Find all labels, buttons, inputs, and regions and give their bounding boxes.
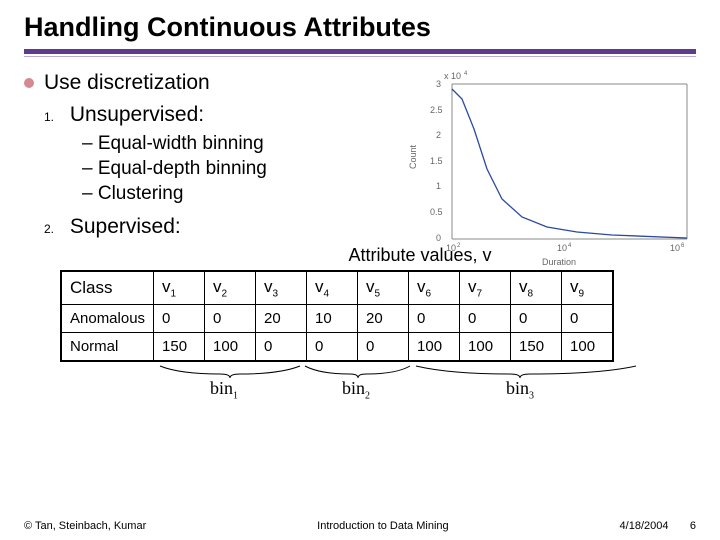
- svg-text:Count: Count: [408, 144, 418, 169]
- divider-thin: [24, 56, 696, 57]
- brace-icon: [60, 364, 660, 378]
- footer: © Tan, Steinbach, Kumar Introduction to …: [24, 520, 696, 532]
- divider: [24, 49, 696, 54]
- page-title: Handling Continuous Attributes: [24, 12, 696, 43]
- cell: 0: [205, 305, 256, 333]
- bin3-label: bin3: [506, 378, 534, 402]
- footer-page: 6: [690, 520, 696, 532]
- col-v4: v4: [307, 271, 358, 305]
- class-header: Class: [61, 271, 154, 305]
- col-v6: v6: [409, 271, 460, 305]
- row-anomalous-label: Anomalous: [61, 305, 154, 333]
- lead-text: Use discretization: [44, 71, 210, 95]
- table-row: Anomalous 0 0 20 10 20 0 0 0 0: [61, 305, 613, 333]
- cell: 20: [256, 305, 307, 333]
- cell: 0: [256, 333, 307, 362]
- svg-text:4: 4: [568, 243, 572, 249]
- col-v1: v1: [154, 271, 205, 305]
- cell: 150: [154, 333, 205, 362]
- bin2-label: bin2: [342, 378, 370, 402]
- cell: 0: [562, 305, 614, 333]
- col-v7: v7: [460, 271, 511, 305]
- bullet-icon: [24, 78, 34, 88]
- row-normal-label: Normal: [61, 333, 154, 362]
- footer-left: © Tan, Steinbach, Kumar: [24, 520, 146, 532]
- num-1: 1.: [44, 110, 64, 124]
- svg-text:2.5: 2.5: [430, 105, 443, 115]
- bin-labels: bin1 bin2 bin3: [60, 364, 660, 404]
- cell: 10: [307, 305, 358, 333]
- table-header-row: Class v1 v2 v3 v4 v5 v6 v7 v8 v9: [61, 271, 613, 305]
- cell: 0: [460, 305, 511, 333]
- table-row: Normal 150 100 0 0 0 100 100 150 100: [61, 333, 613, 362]
- svg-text:10: 10: [446, 243, 456, 253]
- svg-text:x 10: x 10: [444, 71, 461, 81]
- svg-text:4: 4: [464, 71, 468, 77]
- cell: 100: [562, 333, 614, 362]
- cell: 100: [460, 333, 511, 362]
- cell: 0: [409, 305, 460, 333]
- cell: 0: [358, 333, 409, 362]
- col-v5: v5: [358, 271, 409, 305]
- col-v2: v2: [205, 271, 256, 305]
- cell: 0: [307, 333, 358, 362]
- svg-text:Duration: Duration: [542, 257, 576, 267]
- cell: 0: [511, 305, 562, 333]
- cell: 20: [358, 305, 409, 333]
- svg-text:2: 2: [457, 243, 461, 249]
- item1-text: Unsupervised:: [70, 103, 204, 126]
- svg-text:1: 1: [436, 181, 441, 191]
- svg-text:2: 2: [436, 130, 441, 140]
- item2-text: Supervised:: [70, 215, 181, 238]
- col-v3: v3: [256, 271, 307, 305]
- cell: 150: [511, 333, 562, 362]
- cell: 100: [205, 333, 256, 362]
- footer-right: 4/18/2004 6: [620, 520, 696, 532]
- cell: 0: [154, 305, 205, 333]
- svg-text:6: 6: [681, 243, 685, 249]
- svg-text:0.5: 0.5: [430, 207, 443, 217]
- footer-date: 4/18/2004: [620, 520, 669, 532]
- count-vs-duration-chart: x 104 0 0.5 1 1.5 2 2.5 3 102 104: [402, 69, 702, 269]
- col-v9: v9: [562, 271, 614, 305]
- svg-text:10: 10: [670, 243, 680, 253]
- footer-center: Introduction to Data Mining: [317, 520, 448, 532]
- binning-table: Class v1 v2 v3 v4 v5 v6 v7 v8 v9 Anomalo…: [60, 270, 614, 362]
- svg-text:3: 3: [436, 79, 441, 89]
- svg-text:10: 10: [557, 243, 567, 253]
- num-2: 2.: [44, 222, 64, 236]
- svg-text:0: 0: [436, 233, 441, 243]
- bin1-label: bin1: [210, 378, 238, 402]
- svg-text:1.5: 1.5: [430, 156, 443, 166]
- col-v8: v8: [511, 271, 562, 305]
- cell: 100: [409, 333, 460, 362]
